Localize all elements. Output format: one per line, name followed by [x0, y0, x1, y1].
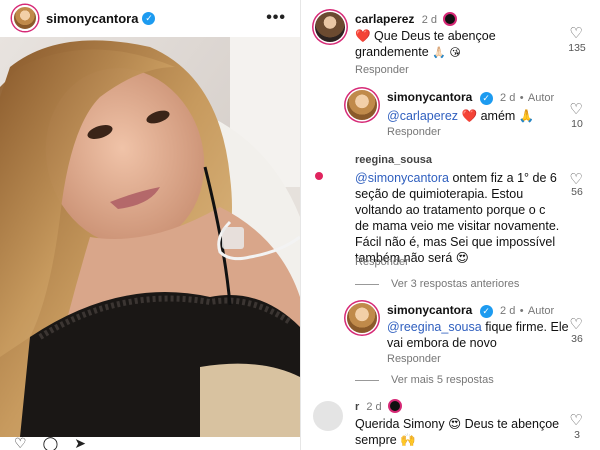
comment-time: 2 d	[421, 14, 438, 26]
comment-item: reegina_sousa @simonycantora ontem fiz a…	[301, 150, 600, 275]
like-count: 36	[571, 333, 583, 345]
commenter-avatar[interactable]	[347, 303, 377, 333]
like-count: 10	[571, 118, 583, 130]
comment-username[interactable]: simonycantora ✓ 2 d • Autor	[387, 303, 554, 318]
post-panel: simonycantora ✓ ••• ♡ ◯ ➤	[0, 0, 300, 450]
more-options-icon[interactable]: •••	[266, 9, 286, 27]
blowing-kiss-icon: 😘	[449, 47, 461, 59]
comment-text: Querida Simony 😍 Deus te abençoe sempre …	[355, 417, 560, 447]
verified-badge-icon: ✓	[479, 92, 493, 105]
mention-link[interactable]: @carlaperez	[387, 109, 458, 123]
comment-item: r 2 d Querida Simony 😍 Deus te abençoe s…	[301, 395, 600, 450]
commenter-avatar[interactable]	[313, 401, 343, 431]
comment-username[interactable]: carlaperez 2 d	[355, 12, 458, 26]
comment-item: carlaperez 2 d ❤️ Que Deus te abençoe gr…	[301, 0, 600, 80]
post-actions-bar: ♡ ◯ ➤	[0, 436, 300, 450]
view-previous-replies[interactable]: Ver 3 respostas anteriores	[355, 278, 519, 290]
comment-text: @carlaperez ❤️ amém 🙏	[387, 109, 535, 123]
comment-icon[interactable]: ◯	[43, 436, 59, 450]
comment-username[interactable]: reegina_sousa	[355, 154, 432, 166]
post-photo-image	[0, 37, 300, 437]
story-indicator-icon[interactable]	[443, 12, 458, 26]
reply-button[interactable]: Responder	[387, 353, 441, 365]
like-count: 135	[568, 42, 586, 54]
story-indicator-icon[interactable]	[387, 399, 402, 413]
like-heart-icon[interactable]: ♡	[566, 315, 586, 333]
reply-button[interactable]: Responder	[355, 256, 409, 268]
praying-hands-icon: 🙏🏻	[432, 47, 446, 59]
comments-panel: carlaperez 2 d ❤️ Que Deus te abençoe gr…	[301, 0, 600, 450]
verified-badge-icon: ✓	[142, 11, 156, 25]
comment-text: ❤️ Que Deus te abençoe grandemente 🙏🏻 😘	[355, 29, 496, 59]
view-more-replies[interactable]: Ver mais 5 respostas	[355, 374, 494, 386]
post-author-username[interactable]: simonycantora	[46, 11, 138, 26]
heart-icon[interactable]: ♡	[14, 436, 27, 450]
author-label: Autor	[527, 305, 555, 317]
comment-time: 2 d	[366, 401, 382, 413]
heart-reaction-icon	[315, 172, 323, 180]
comment-username[interactable]: simonycantora ✓ 2 d • Autor	[387, 90, 554, 105]
comment-reply-item: simonycantora ✓ 2 d • Autor @carlaperez …	[301, 80, 600, 150]
mention-link[interactable]: @reegina_sousa	[387, 320, 482, 334]
comment-username[interactable]: r 2 d	[355, 399, 402, 413]
divider-line	[355, 283, 379, 285]
comment-time: 2 d	[500, 305, 516, 317]
share-icon[interactable]: ➤	[74, 436, 86, 450]
commenter-avatar[interactable]	[315, 12, 345, 42]
comment-text: @simonycantora ontem fiz a 1° de 6 seção…	[355, 171, 560, 265]
reply-button[interactable]: Responder	[387, 126, 441, 138]
mention-link[interactable]: @simonycantora	[355, 171, 449, 185]
like-count: 3	[574, 429, 580, 441]
post-author-avatar[interactable]	[12, 5, 38, 31]
commenter-avatar[interactable]	[347, 90, 377, 120]
like-count: 56	[571, 186, 583, 198]
like-heart-icon[interactable]: ♡	[566, 411, 586, 429]
like-heart-icon[interactable]: ♡	[566, 24, 586, 42]
comment-time: 2 d	[500, 92, 516, 104]
post-header: simonycantora ✓ •••	[0, 0, 300, 36]
author-label: Autor	[527, 92, 555, 104]
post-photo[interactable]	[0, 37, 300, 437]
comment-text: @reegina_sousa fique firme. Ele vai embo…	[387, 320, 569, 350]
reply-button[interactable]: Responder	[355, 64, 409, 76]
like-heart-icon[interactable]: ♡	[566, 100, 586, 118]
comment-reply-item: simonycantora ✓ 2 d • Autor @reegina_sou…	[301, 295, 600, 370]
divider-line	[355, 379, 379, 381]
verified-badge-icon: ✓	[479, 305, 493, 318]
